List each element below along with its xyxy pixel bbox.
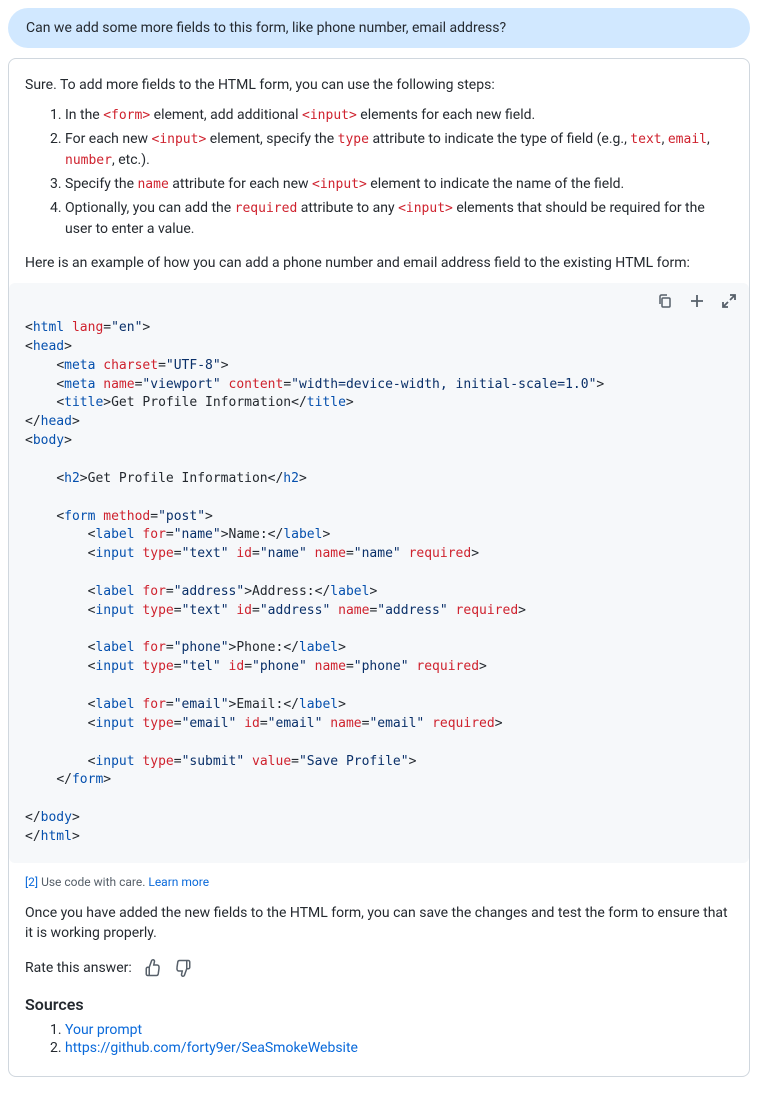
answer-card: Sure. To add more fields to the HTML for…	[8, 58, 750, 1077]
expand-icon[interactable]	[721, 293, 737, 309]
steps-list: In the <form> element, add additional <i…	[25, 105, 733, 239]
step-3: Specify the name attribute for each new …	[65, 174, 733, 195]
source-item-1: Your prompt	[65, 1022, 733, 1038]
source-link-2[interactable]: https://github.com/forty9er/SeaSmokeWebs…	[65, 1040, 358, 1056]
copy-icon[interactable]	[657, 293, 673, 309]
example-intro: Here is an example of how you can add a …	[25, 253, 733, 273]
thumbs-down-icon[interactable]	[174, 959, 192, 977]
step-2: For each new <input> element, specify th…	[65, 129, 733, 171]
user-message-text: Can we add some more fields to this form…	[26, 20, 506, 36]
source-item-2: https://github.com/forty9er/SeaSmokeWebs…	[65, 1040, 733, 1056]
step-1: In the <form> element, add additional <i…	[65, 105, 733, 126]
footnote-ref[interactable]: [2]	[25, 875, 38, 889]
code-content: <html lang="en"> <head> <meta charset="U…	[25, 319, 733, 847]
sources-heading: Sources	[25, 995, 733, 1014]
step-4: Optionally, you can add the required att…	[65, 198, 733, 239]
thumbs-up-icon[interactable]	[144, 959, 162, 977]
rate-label: Rate this answer:	[25, 960, 132, 976]
code-toolbar	[657, 293, 737, 309]
answer-intro: Sure. To add more fields to the HTML for…	[25, 75, 733, 95]
code-care-note: [2] Use code with care. Learn more	[25, 875, 733, 889]
source-link-1[interactable]: Your prompt	[65, 1022, 142, 1038]
conclusion-text: Once you have added the new fields to th…	[25, 903, 733, 944]
insert-icon[interactable]	[689, 293, 705, 309]
user-message-bubble: Can we add some more fields to this form…	[8, 8, 750, 48]
code-block: <html lang="en"> <head> <meta charset="U…	[9, 283, 749, 863]
sources-section: Sources Your prompt https://github.com/f…	[25, 995, 733, 1056]
learn-more-link[interactable]: Learn more	[148, 875, 209, 889]
rate-row: Rate this answer:	[25, 959, 733, 977]
